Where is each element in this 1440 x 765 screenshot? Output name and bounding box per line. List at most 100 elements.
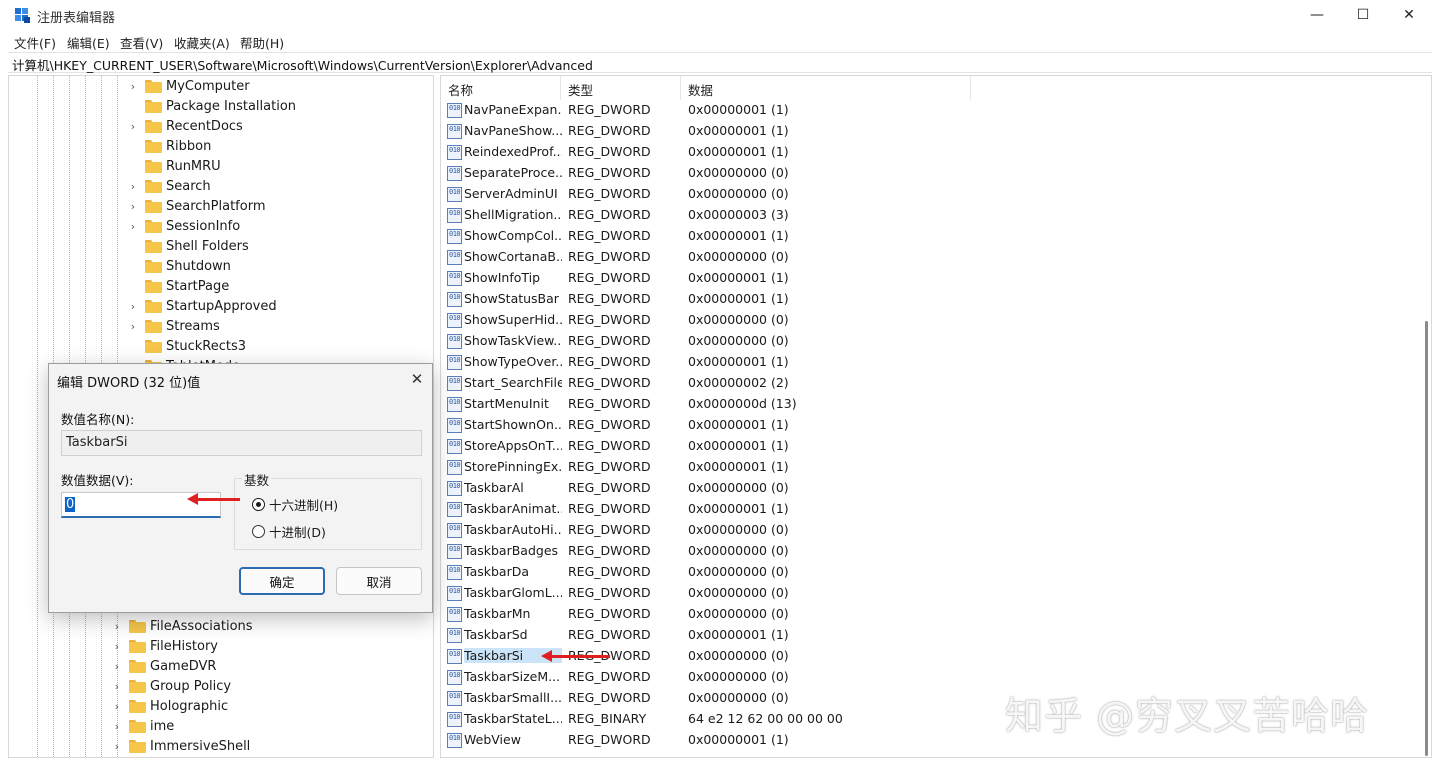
tree-item[interactable]: › Group Policy	[111, 676, 231, 696]
list-item[interactable]: 010 TaskbarDa REG_DWORD 0x00000000 (0)	[441, 562, 1041, 583]
list-item[interactable]: 010 Start_SearchFiles REG_DWORD 0x00000002 …	[441, 373, 1041, 394]
minimize-button[interactable]: —	[1294, 0, 1340, 30]
tree-item[interactable]: › Streams	[127, 316, 220, 336]
column-header-data[interactable]: 数据	[681, 76, 971, 100]
list-item[interactable]: 010TaskbarSiREG_DWORD0x00000000 (0)	[441, 646, 1041, 667]
list-item[interactable]: 010 ShellMigration... REG_DWORD 0x00000003 …	[441, 205, 1041, 226]
value-data: 0x00000001 (1)	[688, 627, 789, 642]
chevron-right-icon[interactable]: ›	[111, 720, 123, 733]
value-name: TaskbarMn	[464, 606, 531, 621]
list-item[interactable]: 010 StoreAppsOnT... REG_DWORD 0x00000001 (1…	[441, 436, 1041, 457]
list-item[interactable]: 010 TaskbarSd REG_DWORD 0x00000001 (1)	[441, 625, 1041, 646]
list-item[interactable]: 010 TaskbarSizeM... REG_DWORD 0x00000000 (0…	[441, 667, 1041, 688]
list-item[interactable]: 010 StartMenuInit REG_DWORD 0x0000000d (13)	[441, 394, 1041, 415]
list-scrollbar-thumb[interactable]	[1425, 321, 1428, 756]
tree-item[interactable]: › SessionInfo	[127, 216, 240, 236]
tree-item[interactable]: › ime	[111, 716, 174, 736]
list-item[interactable]: 010 StorePinningEx... REG_DWORD 0x00000001 …	[441, 457, 1041, 478]
chevron-right-icon[interactable]: ›	[127, 300, 139, 313]
list-item[interactable]: 010 StartShownOn... REG_DWORD 0x00000001 (1…	[441, 415, 1041, 436]
tree-item[interactable]: Shutdown	[127, 256, 231, 276]
folder-icon	[129, 639, 146, 653]
hex-radio[interactable]: 十六进制(H)	[252, 495, 402, 513]
column-header-type[interactable]: 类型	[561, 76, 681, 100]
ok-button[interactable]: 确定	[239, 567, 325, 595]
tree-item[interactable]: Ribbon	[127, 136, 211, 156]
tree-item[interactable]: › FileAssociations	[111, 616, 253, 636]
list-item[interactable]: 010 TaskbarAutoHi... REG_DWORD 0x00000000 (…	[441, 520, 1041, 541]
list-item[interactable]: 010 ShowTaskView... REG_DWORD 0x00000000 (0…	[441, 331, 1041, 352]
chevron-right-icon[interactable]: ›	[127, 320, 139, 333]
registry-value-icon: 010	[447, 355, 462, 370]
chevron-right-icon[interactable]: ›	[127, 200, 139, 213]
tree-item[interactable]: › SearchPlatform	[127, 196, 266, 216]
menu-edit[interactable]: 编辑(E)	[67, 33, 110, 52]
list-item[interactable]: 010 TaskbarStateL... REG_BINARY 64 e2 12 62…	[441, 709, 1041, 730]
menu-favorites[interactable]: 收藏夹(A)	[174, 33, 230, 52]
chevron-right-icon[interactable]: ›	[111, 700, 123, 713]
tree-item[interactable]: › MyComputer	[127, 76, 250, 96]
list-item[interactable]: 010 TaskbarMn REG_DWORD 0x00000000 (0)	[441, 604, 1041, 625]
tree-item[interactable]: StartPage	[127, 276, 229, 296]
tree-item[interactable]: Package Installation	[127, 96, 296, 116]
chevron-right-icon[interactable]: ›	[127, 120, 139, 133]
menu-file[interactable]: 文件(F)	[14, 33, 56, 52]
chevron-right-icon[interactable]: ›	[111, 660, 123, 673]
chevron-right-icon[interactable]: ›	[111, 680, 123, 693]
chevron-right-icon[interactable]: ›	[127, 220, 139, 233]
tree-item[interactable]: › Search	[127, 176, 211, 196]
list-item[interactable]: 010 ShowTypeOver... REG_DWORD 0x00000001 (1…	[441, 352, 1041, 373]
tree-guide-line	[37, 76, 38, 757]
column-header-name[interactable]: 名称	[441, 76, 561, 100]
tree-item-label: StartPage	[166, 278, 230, 294]
list-item[interactable]: 010 SeparateProce... REG_DWORD 0x00000000 (…	[441, 163, 1041, 184]
chevron-right-icon[interactable]: ›	[127, 180, 139, 193]
menu-view[interactable]: 查看(V)	[120, 33, 163, 52]
maximize-button[interactable]: ☐	[1340, 0, 1386, 30]
decimal-radio[interactable]: 十进制(D)	[252, 522, 402, 540]
tree-item[interactable]: › GameDVR	[111, 656, 217, 676]
registry-value-icon: 010	[447, 124, 462, 139]
chevron-right-icon[interactable]: ›	[111, 620, 123, 633]
list-item[interactable]: 010 ShowInfoTip REG_DWORD 0x00000001 (1)	[441, 268, 1041, 289]
list-item[interactable]: 010 NavPaneShow... REG_DWORD 0x00000001 (1)	[441, 121, 1041, 142]
list-item[interactable]: 010 ShowCortanaB... REG_DWORD 0x00000000 (0…	[441, 247, 1041, 268]
tree-item[interactable]: › Holographic	[111, 696, 228, 716]
folder-icon	[145, 99, 162, 113]
cancel-button[interactable]: 取消	[336, 567, 422, 595]
folder-icon	[129, 679, 146, 693]
value-name: Start_SearchFiles	[464, 375, 562, 390]
tree-item[interactable]: StuckRects3	[127, 336, 246, 356]
tree-item[interactable]: Shell Folders	[127, 236, 249, 256]
chevron-right-icon[interactable]: ›	[111, 640, 123, 653]
list-item[interactable]: 010 ServerAdminUI REG_DWORD 0x00000000 (0)	[441, 184, 1041, 205]
list-item[interactable]: 010 ReindexedProf... REG_DWORD 0x00000001 (…	[441, 142, 1041, 163]
list-item[interactable]: 010 TaskbarAnimat... REG_DWORD 0x00000001 (…	[441, 499, 1041, 520]
list-item[interactable]: 010 ShowSuperHid... REG_DWORD 0x00000000 (0…	[441, 310, 1041, 331]
value-type: REG_DWORD	[568, 690, 651, 705]
tree-item[interactable]: › StartupApproved	[127, 296, 277, 316]
tree-item[interactable]: RunMRU	[127, 156, 221, 176]
list-item[interactable]: 010 ShowStatusBar REG_DWORD 0x00000001 (1)	[441, 289, 1041, 310]
registry-value-icon: 010	[447, 271, 462, 286]
list-item[interactable]: 010 TaskbarAl REG_DWORD 0x00000000 (0)	[441, 478, 1041, 499]
address-path[interactable]: 计算机\HKEY_CURRENT_USER\Software\Microsoft…	[12, 55, 593, 74]
value-type: REG_DWORD	[568, 396, 651, 411]
tree-item[interactable]: › RecentDocs	[127, 116, 243, 136]
list-item[interactable]: 010 ShowCompCol... REG_DWORD 0x00000001 (1)	[441, 226, 1041, 247]
tree-item-label: Shutdown	[166, 258, 231, 274]
dialog-close-button[interactable]: ✕	[402, 364, 432, 394]
list-item[interactable]: 010 TaskbarBadges REG_DWORD 0x00000000 (0)	[441, 541, 1041, 562]
value-name: StartShownOn...	[464, 417, 562, 432]
address-bar[interactable]: 计算机\HKEY_CURRENT_USER\Software\Microsoft…	[8, 52, 1432, 73]
tree-item[interactable]: › FileHistory	[111, 636, 218, 656]
chevron-right-icon[interactable]: ›	[127, 80, 139, 93]
tree-item[interactable]: › ImmersiveShell	[111, 736, 251, 756]
list-item[interactable]: 010 NavPaneExpan... REG_DWORD 0x00000001 (1…	[441, 100, 1041, 121]
list-item[interactable]: 010 WebView REG_DWORD 0x00000001 (1)	[441, 730, 1041, 751]
close-button[interactable]: ✕	[1386, 0, 1432, 30]
menu-help[interactable]: 帮助(H)	[240, 33, 284, 52]
list-item[interactable]: 010 TaskbarSmallI... REG_DWORD 0x00000000 (…	[441, 688, 1041, 709]
chevron-right-icon[interactable]: ›	[111, 740, 123, 753]
list-item[interactable]: 010 TaskbarGlomL... REG_DWORD 0x00000000 (0…	[441, 583, 1041, 604]
